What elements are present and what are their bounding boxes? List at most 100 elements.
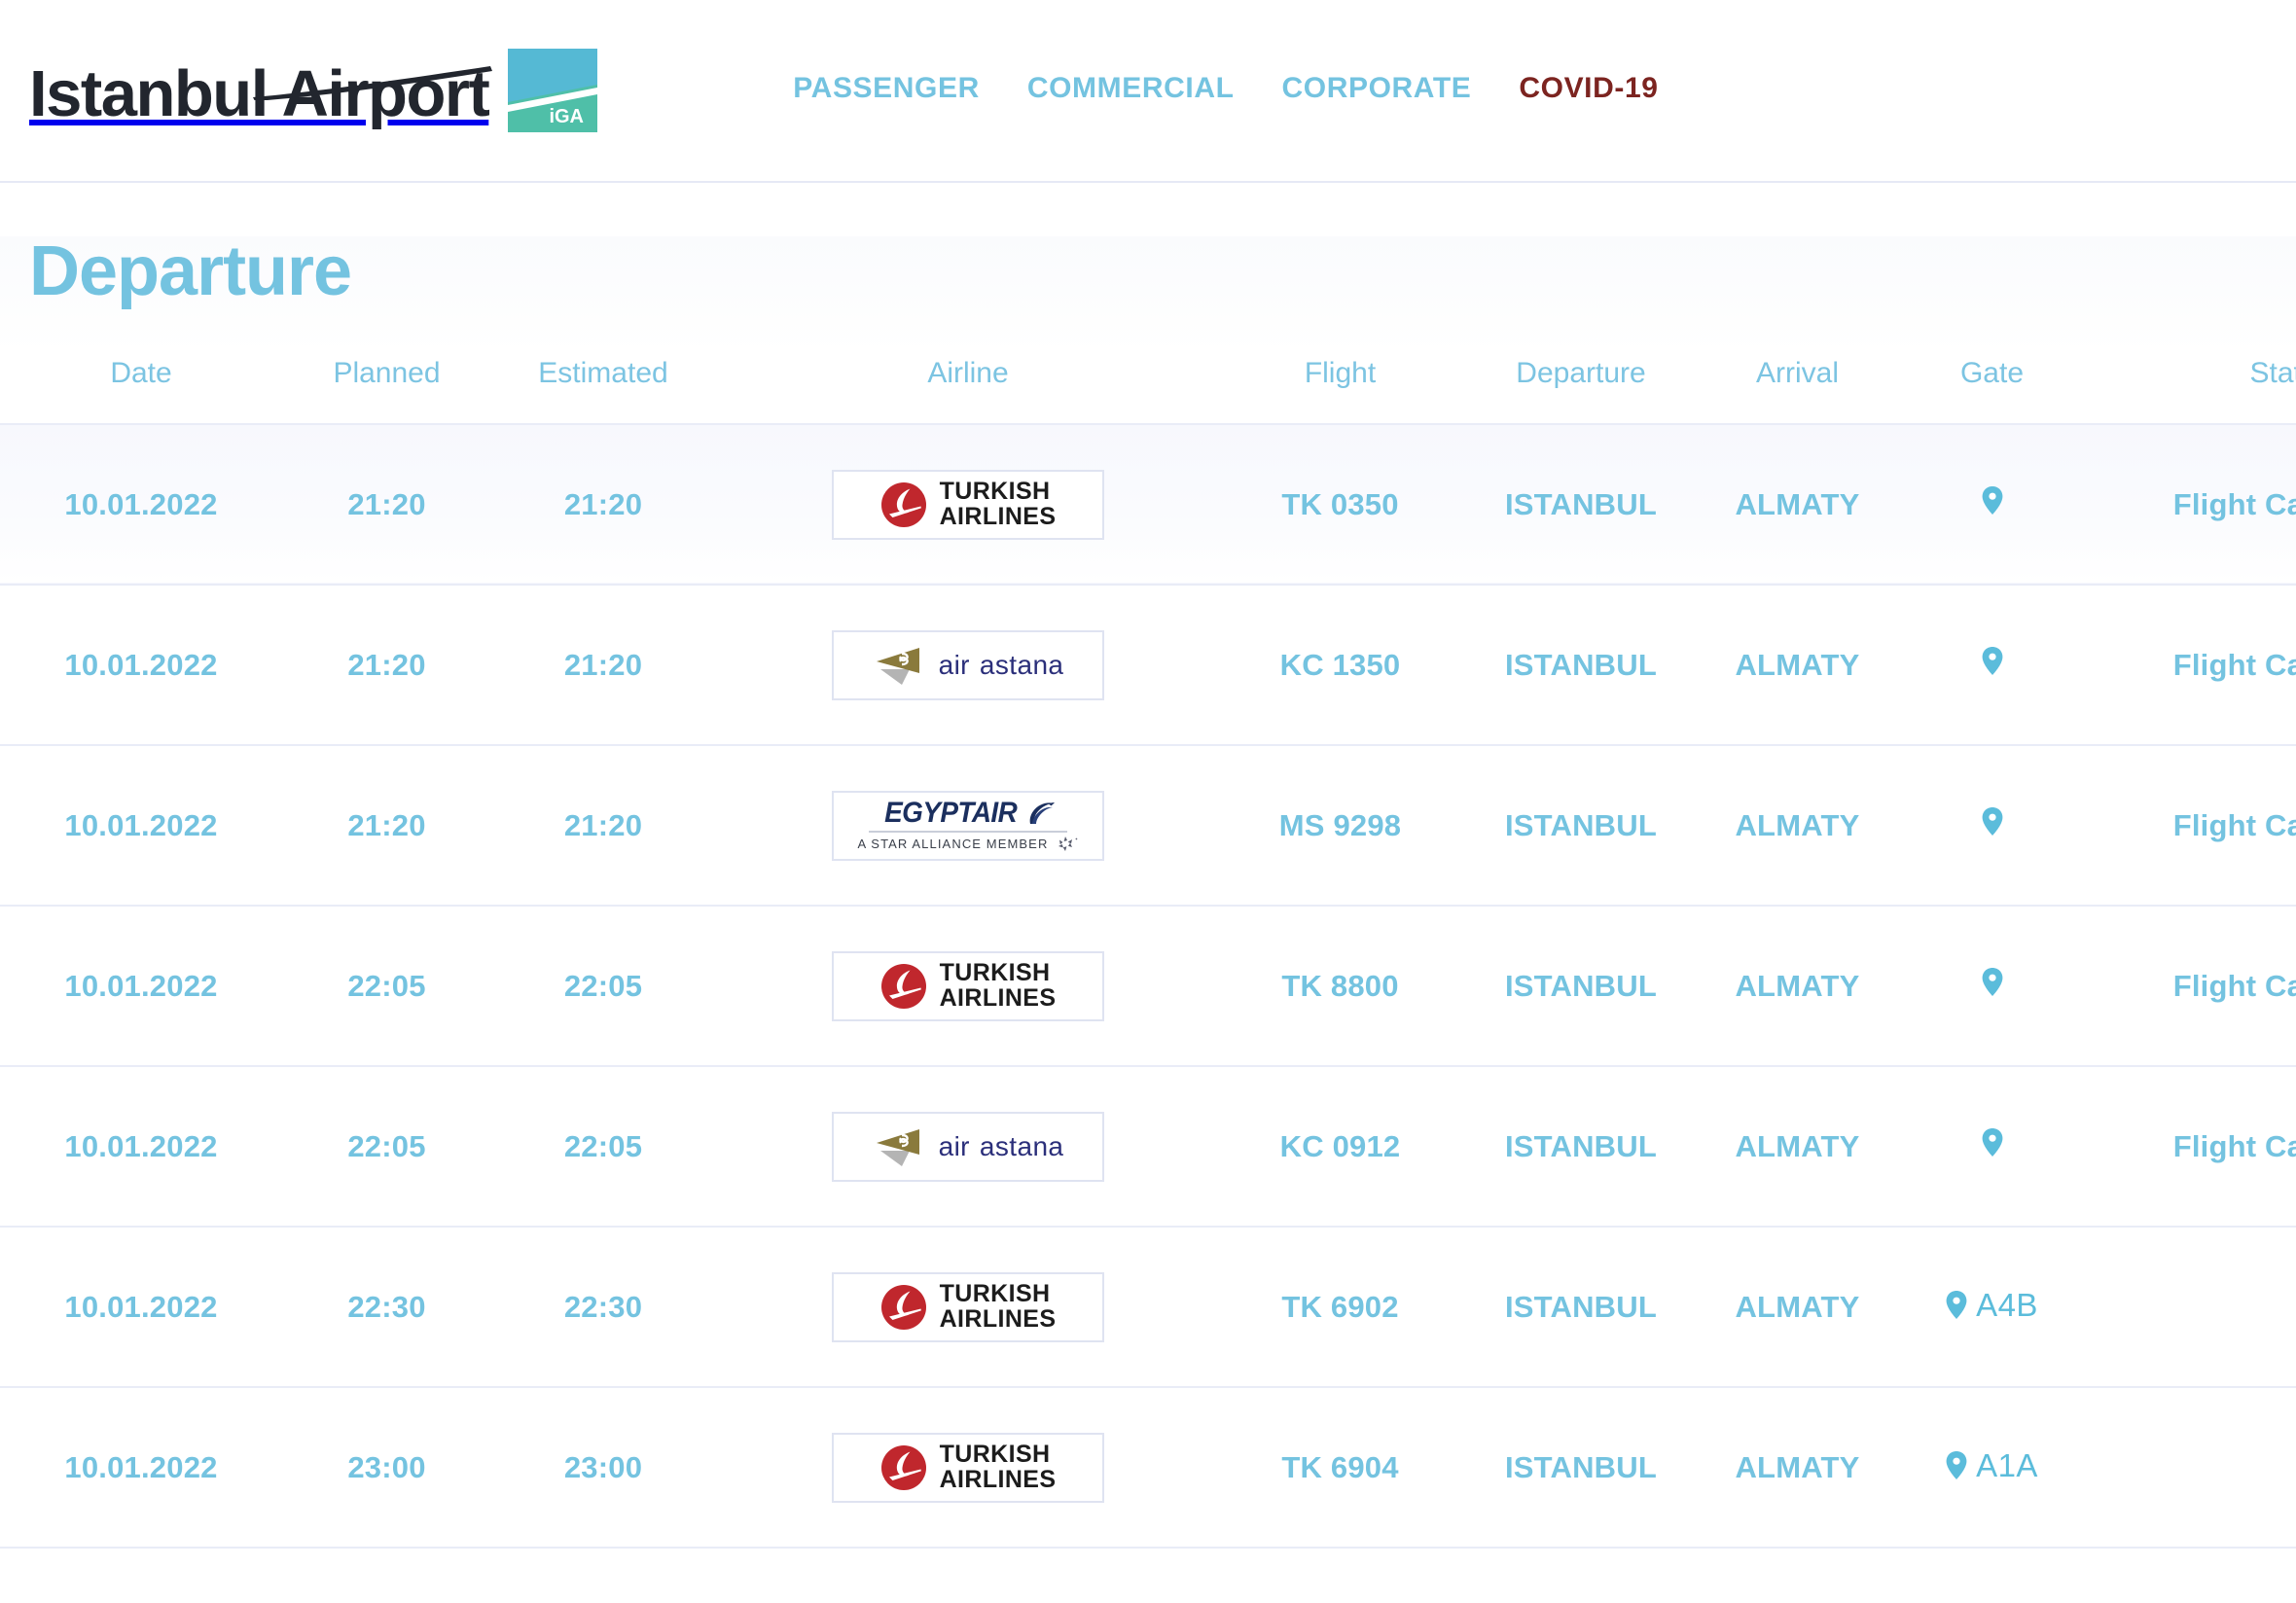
page-title: Departure (29, 232, 352, 310)
table-row[interactable]: 10.01.2022 22:05 22:05 air astana KC 0912 IS… (0, 1066, 2296, 1227)
main-navigation: PASSENGER COMMERCIAL CORPORATE COVID-19 (793, 72, 1658, 109)
nav-covid-19[interactable]: COVID-19 (1519, 72, 1658, 105)
airline-logo-box: air astana (832, 629, 1104, 700)
egyptair-divider (869, 830, 1067, 833)
star-alliance-icon (1058, 836, 1078, 851)
map-pin-icon (1946, 1291, 1967, 1320)
turkish-airlines-roundel-icon (880, 1284, 926, 1330)
cell-airline: TURKISH AIRLINES (715, 1387, 1221, 1548)
column-header-airline[interactable]: Airline (715, 357, 1221, 424)
cell-status: Flight Cancelled (2172, 647, 2296, 682)
cell-airline: TURKISH AIRLINES (715, 906, 1221, 1066)
turkish-airlines-wordmark: TURKISH AIRLINES (939, 960, 1057, 1012)
turkish-airlines-line2: AIRLINES (939, 502, 1057, 530)
cell-status (2092, 1387, 2296, 1548)
cell-date: 10.01.2022 (64, 486, 218, 521)
gate-label: A1A (1976, 1446, 2038, 1483)
table-row[interactable]: 10.01.2022 21:20 21:20 EGYPTAIR A STAR ALL… (0, 745, 2296, 906)
cell-departure: ISTANBUL (1504, 486, 1657, 521)
cell-gate[interactable] (1892, 424, 2092, 585)
map-pin-icon (1982, 807, 2002, 836)
turkish-airlines-roundel-icon (880, 481, 926, 527)
cell-airline: EGYPTAIR A STAR ALLIANCE MEMBER (715, 745, 1221, 906)
cell-flight: KC 1350 (1279, 647, 1401, 682)
turkish-airlines-line2: AIRLINES (939, 1465, 1057, 1493)
airline-logo-box: TURKISH AIRLINES (832, 469, 1104, 540)
cell-arrival: ALMATY (1735, 486, 1860, 521)
cell-gate[interactable] (1892, 1066, 2092, 1227)
iga-mark-label: iGA (550, 106, 585, 127)
egyptair-horus-falcon-icon (1029, 802, 1056, 824)
column-header-planned[interactable]: Planned (282, 357, 491, 424)
cell-flight: KC 0912 (1279, 1128, 1401, 1163)
cell-gate[interactable] (1892, 906, 2092, 1066)
brand-logo-link[interactable]: Istanbul Airport iGA (29, 42, 598, 139)
column-header-status[interactable]: Status (2092, 357, 2296, 424)
nav-commercial[interactable]: COMMERCIAL (1027, 72, 1235, 105)
turkish-airlines-line1: TURKISH (939, 1279, 1051, 1307)
air-astana-word1: air (938, 1130, 970, 1161)
cell-date: 10.01.2022 (64, 968, 218, 1003)
egyptair-wordmark: EGYPTAIR (883, 796, 1018, 829)
air-astana-wordmark: air astana (939, 1131, 1064, 1162)
cell-departure: ISTANBUL (1504, 807, 1657, 842)
cell-departure: ISTANBUL (1504, 647, 1657, 682)
air-astana-logo: air astana (873, 642, 1064, 689)
cell-planned: 23:00 (347, 1449, 426, 1484)
turkish-airlines-line2: AIRLINES (939, 983, 1057, 1012)
air-astana-wordmark: air astana (939, 650, 1064, 681)
cell-status: Flight Cancelled (2172, 1128, 2296, 1163)
cell-gate[interactable]: A4B (1892, 1227, 2092, 1387)
table-row[interactable]: 10.01.2022 22:30 22:30 TURKISH AIRLINES TK… (0, 1227, 2296, 1387)
cell-arrival: ALMATY (1735, 647, 1860, 682)
column-header-gate[interactable]: Gate (1892, 357, 2092, 424)
site-header: Istanbul Airport iGA PASSENGER COMMERCIA… (0, 0, 2296, 183)
cell-gate[interactable] (1892, 745, 2092, 906)
cell-departure: ISTANBUL (1504, 1449, 1657, 1484)
nav-corporate[interactable]: CORPORATE (1282, 72, 1472, 105)
cell-airline: air astana (715, 1066, 1221, 1227)
cell-departure: ISTANBUL (1504, 968, 1657, 1003)
air-astana-emblem-icon (876, 647, 919, 685)
column-header-departure[interactable]: Departure (1459, 357, 1703, 424)
iga-logo-mark: iGA (508, 49, 598, 132)
cell-planned: 22:05 (347, 968, 426, 1003)
table-row[interactable]: 10.01.2022 21:20 21:20 TURKISH AIRLINES TK… (0, 424, 2296, 585)
cell-flight: TK 0350 (1281, 486, 1399, 521)
turkish-airlines-logo: TURKISH AIRLINES (880, 479, 1057, 530)
cell-gate[interactable]: A1A (1892, 1387, 2092, 1548)
cell-arrival: ALMATY (1735, 1289, 1860, 1324)
cell-estimated: 22:30 (563, 1289, 643, 1324)
cell-departure: ISTANBUL (1504, 1128, 1657, 1163)
cell-estimated: 22:05 (563, 968, 643, 1003)
cell-flight: TK 8800 (1281, 968, 1399, 1003)
air-astana-emblem-icon (876, 1128, 919, 1166)
cell-status: Flight Cancelled (2172, 486, 2296, 521)
nav-passenger[interactable]: PASSENGER (793, 72, 980, 105)
cell-planned: 21:20 (347, 647, 426, 682)
cell-arrival: ALMATY (1735, 1128, 1860, 1163)
turkish-airlines-wordmark: TURKISH AIRLINES (939, 1279, 1057, 1333)
column-header-date[interactable]: Date (0, 357, 282, 424)
cell-gate[interactable] (1892, 585, 2092, 745)
table-body: 10.01.2022 21:20 21:20 TURKISH AIRLINES TK… (0, 424, 2296, 1548)
table-row[interactable]: 10.01.2022 22:05 22:05 TURKISH AIRLINES TK… (0, 906, 2296, 1066)
cell-estimated: 21:20 (563, 486, 643, 521)
table-row[interactable]: 10.01.2022 23:00 23:00 TURKISH AIRLINES TK… (0, 1387, 2296, 1548)
turkish-airlines-wordmark: TURKISH AIRLINES (939, 479, 1057, 530)
cell-flight: TK 6904 (1281, 1449, 1399, 1484)
cell-status: Flight Cancelled (2172, 807, 2296, 842)
cell-estimated: 21:20 (563, 807, 643, 842)
turkish-airlines-wordmark: TURKISH AIRLINES (939, 1440, 1057, 1493)
cell-planned: 21:20 (347, 807, 426, 842)
table-header: Date Planned Estimated Airline Flight De… (0, 357, 2296, 424)
map-pin-icon (1946, 1451, 1967, 1480)
column-header-estimated[interactable]: Estimated (491, 357, 715, 424)
egyptair-alliance-label: A STAR ALLIANCE MEMBER (857, 837, 1049, 851)
column-header-flight[interactable]: Flight (1221, 357, 1459, 424)
column-header-arrival[interactable]: Arrival (1703, 357, 1892, 424)
cell-airline: air astana (715, 585, 1221, 745)
air-astana-word1: air (938, 649, 970, 680)
turkish-airlines-line1: TURKISH (939, 1440, 1051, 1468)
table-row[interactable]: 10.01.2022 21:20 21:20 air astana KC 1350 IS… (0, 585, 2296, 745)
